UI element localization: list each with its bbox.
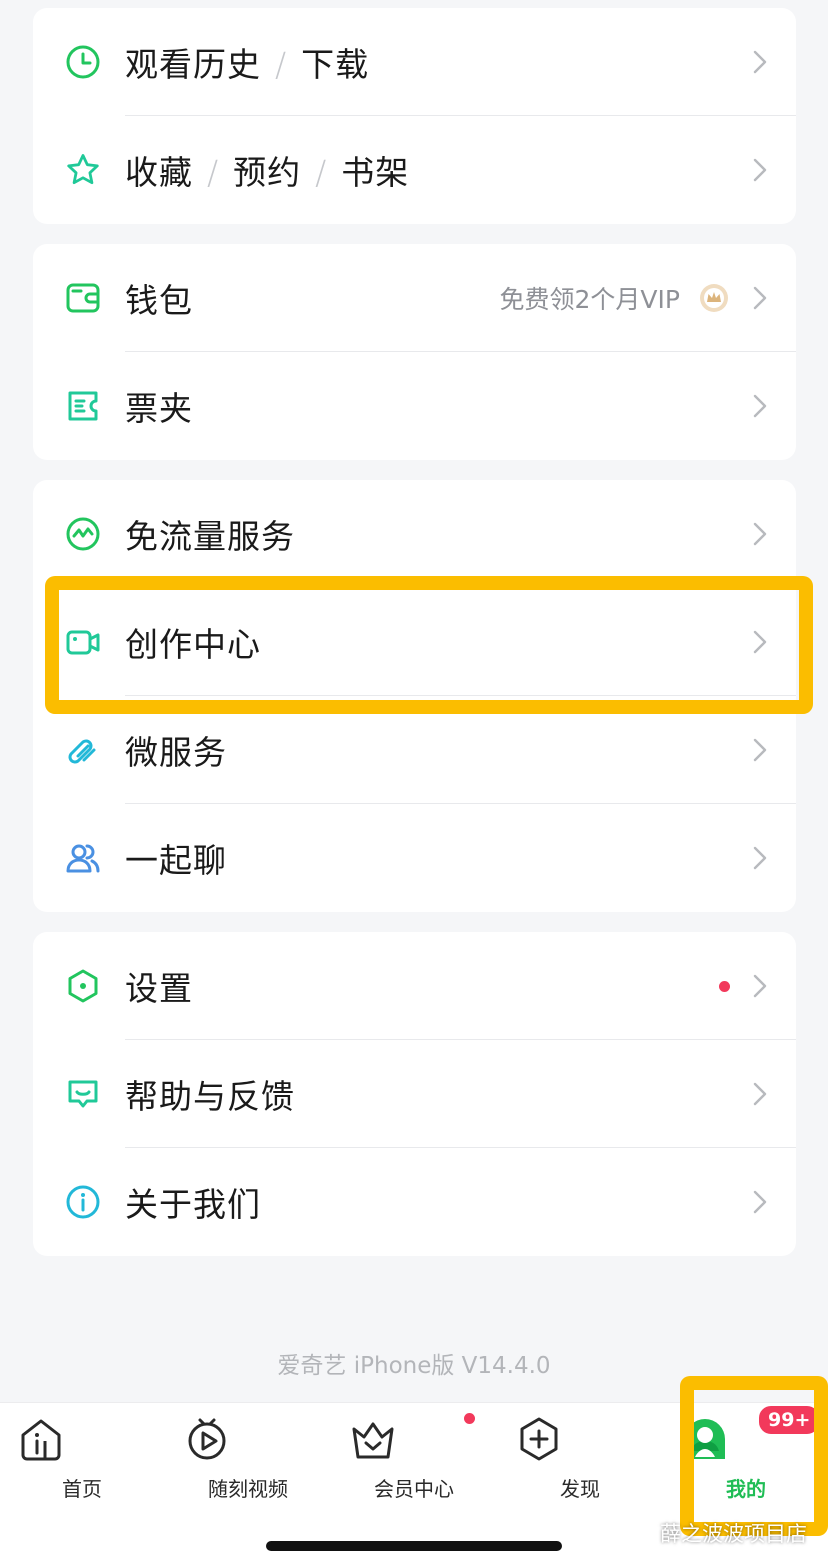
row-label: 一起聊 (125, 841, 227, 880)
chevron-right-icon (752, 1080, 768, 1108)
chevron-right-icon (752, 48, 768, 76)
row-label: 钱包 (125, 281, 193, 320)
chevron-right-icon (752, 844, 768, 872)
watermark-text: 薛之波波项目店 (660, 1522, 807, 1546)
chevron-right-icon (752, 520, 768, 548)
row-chat-together[interactable]: 一起聊 (33, 804, 796, 912)
tab-vip-center[interactable]: 会员中心 (349, 1413, 479, 1505)
chevron-right-icon (752, 628, 768, 656)
watermark: 薛之波波项目店 (624, 1518, 807, 1548)
row-label: 创作中心 (125, 625, 261, 664)
tab-label: 发现 (560, 1477, 600, 1501)
play-clock-icon (183, 1415, 313, 1463)
chevron-right-icon (752, 1188, 768, 1216)
chevron-right-icon (752, 284, 768, 312)
row-settings[interactable]: 设置 (33, 932, 796, 1040)
wallet-icon (65, 280, 101, 316)
data-traffic-icon (65, 516, 101, 552)
people-icon (65, 840, 101, 876)
row-wallet[interactable]: 钱包 免费领2个月VIP (33, 244, 796, 352)
crown-badge-icon (699, 283, 729, 313)
tab-label: 我的 (726, 1477, 766, 1501)
settings-hexagon-icon (65, 968, 101, 1004)
wechat-icon (625, 1522, 653, 1544)
row-history-download[interactable]: 观看历史 / 下载 (33, 8, 796, 116)
star-icon (65, 152, 101, 188)
row-free-data[interactable]: 免流量服务 (33, 480, 796, 588)
row-favorites[interactable]: 收藏 / 预约 / 书架 (33, 116, 796, 224)
row-label: 收藏 / 预约 / 书架 (125, 153, 410, 192)
unread-badge: 99+ (757, 1404, 822, 1436)
home-icon (17, 1415, 147, 1463)
link-icon (65, 732, 101, 768)
feedback-icon (65, 1076, 101, 1112)
row-label: 观看历史 / 下载 (125, 45, 370, 84)
row-micro-services[interactable]: 微服务 (33, 696, 796, 804)
plus-icon (515, 1415, 645, 1463)
chevron-right-icon (752, 736, 768, 764)
row-creator-center[interactable]: 创作中心 (33, 588, 796, 696)
clock-icon (65, 44, 101, 80)
vip-crown-icon (349, 1413, 479, 1463)
video-camera-icon (65, 624, 101, 660)
row-about-us[interactable]: 关于我们 (33, 1148, 796, 1256)
row-label: 帮助与反馈 (125, 1077, 295, 1116)
row-label: 设置 (125, 969, 193, 1008)
row-label: 微服务 (125, 733, 227, 772)
tab-label: 首页 (62, 1477, 102, 1501)
chevron-right-icon (752, 972, 768, 1000)
info-icon (65, 1184, 101, 1220)
settings-card: 设置 帮助与反馈 关于我们 (33, 932, 796, 1256)
app-version: 爱奇艺 iPhone版 V14.4.0 (277, 1353, 551, 1379)
tab-home[interactable]: 首页 (17, 1415, 147, 1505)
chevron-right-icon (752, 156, 768, 184)
tab-label: 随刻视频 (208, 1477, 288, 1501)
history-card: 观看历史 / 下载 收藏 / 预约 / 书架 (33, 8, 796, 224)
notification-dot (719, 981, 730, 992)
tab-label: 会员中心 (374, 1477, 454, 1501)
chevron-right-icon (752, 392, 768, 420)
row-label: 关于我们 (125, 1185, 261, 1224)
row-label: 免流量服务 (125, 517, 295, 556)
vip-promo-text: 免费领2个月VIP (499, 285, 680, 314)
services-card: 免流量服务 创作中心 微服务 一起聊 (33, 480, 796, 912)
tab-suike-video[interactable]: 随刻视频 (183, 1415, 313, 1505)
row-help-feedback[interactable]: 帮助与反馈 (33, 1040, 796, 1148)
notification-dot (464, 1413, 475, 1424)
wallet-card: 钱包 免费领2个月VIP 票夹 (33, 244, 796, 460)
ticket-icon (65, 388, 101, 424)
row-label: 票夹 (125, 389, 193, 428)
tab-discover[interactable]: 发现 (515, 1415, 645, 1505)
row-ticket[interactable]: 票夹 (33, 352, 796, 460)
home-indicator (266, 1541, 562, 1551)
